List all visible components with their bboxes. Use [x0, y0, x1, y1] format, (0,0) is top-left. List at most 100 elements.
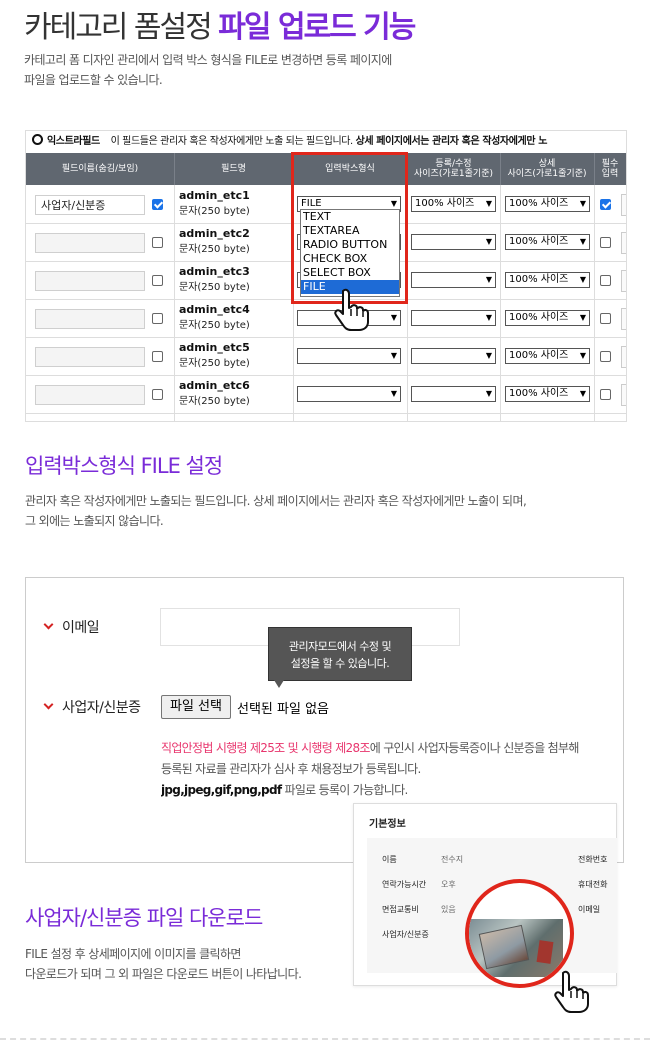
- visibility-checkbox[interactable]: [152, 313, 163, 324]
- upload-notice: 직업안정법 시행령 제25조 및 시행령 제28조에 구인시 사업자등록증이나 …: [161, 738, 623, 801]
- email-label-text: 이메일: [62, 620, 100, 636]
- detail-size-select[interactable]: 100% 사이즈 ▼: [505, 196, 590, 212]
- detail-size-value: 100% 사이즈: [509, 236, 569, 247]
- required-checkbox[interactable]: [600, 351, 611, 362]
- notice-and: 및: [284, 741, 302, 755]
- section3-title: 사업자/신분증 파일 다운로드: [25, 906, 263, 930]
- field-type: 문자(250 byte): [179, 358, 250, 369]
- section2-description: 관리자 혹은 작성자에게만 노출되는 필드입니다. 상세 페이지에서는 관리자 …: [25, 491, 527, 531]
- reg-size-select[interactable]: 100% 사이즈 ▼: [411, 196, 496, 212]
- chevron-down-icon: ▼: [579, 389, 586, 398]
- detail-size-select[interactable]: 100% 사이즈 ▼: [505, 386, 590, 402]
- notice-line2: 등록된 자료를 관리자가 심사 후 채용정보가 등록됩니다.: [161, 762, 421, 776]
- table-row: admin_etc6 문자(250 byte) ▼ ▼ 100% 사이즈 ▼: [26, 375, 626, 414]
- overflow-field: [621, 270, 626, 292]
- field-label-input[interactable]: [35, 385, 145, 405]
- detail-size-select[interactable]: 100% 사이즈 ▼: [505, 272, 590, 288]
- visibility-checkbox[interactable]: [152, 237, 163, 248]
- detail-size-select[interactable]: 100% 사이즈 ▼: [505, 348, 590, 364]
- col-detail-size-line1: 상세: [538, 159, 556, 169]
- notice-law-2: 시행령 제28조: [301, 741, 370, 755]
- chevron-down-icon: ▼: [579, 275, 586, 284]
- col-required-line1: 필수: [601, 159, 619, 169]
- section3-description: FILE 설정 후 상세페이지에 이미지를 클릭하면 다운로드가 되며 그 외 …: [25, 944, 302, 984]
- detail-contact-time-label: 연락가능시간: [382, 880, 427, 889]
- detail-size-value: 100% 사이즈: [509, 274, 569, 285]
- chevron-down-icon: ▼: [579, 313, 586, 322]
- required-checkbox[interactable]: [600, 237, 611, 248]
- desc-line: 카테고리 폼 디자인 관리에서 입력 박스 형식을 FILE로 변경하면 등록 …: [24, 53, 392, 67]
- reg-size-select[interactable]: ▼: [411, 272, 496, 288]
- overflow-field: [621, 346, 626, 368]
- detail-id-label: 사업자/신분증: [382, 930, 429, 939]
- id-card-photo: [469, 919, 563, 977]
- file-select-button[interactable]: 파일 선택: [161, 695, 231, 719]
- chevron-down-icon: ▼: [579, 237, 586, 246]
- visibility-checkbox[interactable]: [152, 351, 163, 362]
- input-type-select[interactable]: ▼: [297, 348, 401, 364]
- chevron-down-icon: ▼: [485, 199, 492, 208]
- visibility-checkbox[interactable]: [152, 389, 163, 400]
- reg-size-select[interactable]: ▼: [411, 386, 496, 402]
- required-checkbox[interactable]: [600, 313, 611, 324]
- field-id: admin_etc5: [179, 341, 250, 354]
- reg-size-select[interactable]: ▼: [411, 310, 496, 326]
- hand-cursor-icon: [334, 288, 369, 331]
- admin-tooltip: 관리자모드에서 수정 및 설정을 할 수 있습니다.: [268, 627, 412, 688]
- field-id: admin_etc1: [179, 189, 250, 202]
- input-type-select[interactable]: ▼: [297, 386, 401, 402]
- field-id: admin_etc6: [179, 379, 250, 392]
- field-id: admin_etc2: [179, 227, 250, 240]
- col-required-line2: 입력: [601, 169, 619, 179]
- detail-size-value: 100% 사이즈: [509, 350, 569, 361]
- overflow-field: [621, 232, 626, 254]
- field-label-input[interactable]: [35, 309, 145, 329]
- detail-name-label: 이름: [382, 855, 397, 864]
- desc-line: 관리자 혹은 작성자에게만 노출되는 필드입니다. 상세 페이지에서는 관리자 …: [25, 494, 527, 508]
- reg-size-select[interactable]: ▼: [411, 234, 496, 250]
- required-checkbox[interactable]: [600, 199, 611, 210]
- field-type: 문자(250 byte): [179, 396, 250, 407]
- extra-field-bar: 익스트라필드 이 필드들은 관리자 혹은 작성자에게만 노출 되는 필드입니다.…: [26, 131, 626, 153]
- col-reg-size-line1: 등록/수정: [435, 159, 472, 169]
- radio-icon: [32, 134, 43, 145]
- detail-mobile-label: 휴대전화: [578, 880, 608, 889]
- field-type: 문자(250 byte): [179, 320, 250, 331]
- field-label-input[interactable]: [35, 271, 145, 291]
- detail-size-select[interactable]: 100% 사이즈 ▼: [505, 234, 590, 250]
- col-reg-size-line2: 사이즈(가로1줄기준): [414, 169, 493, 179]
- desc-line: 파일을 업로드할 수 있습니다.: [24, 73, 163, 87]
- chevron-down-icon: ▼: [390, 389, 397, 398]
- col-detail-size: 상세 사이즈(가로1줄기준): [500, 153, 595, 185]
- detail-transport-value: 있음: [441, 905, 456, 914]
- required-checkbox[interactable]: [600, 275, 611, 286]
- field-label-input[interactable]: [35, 233, 145, 253]
- field-label-input[interactable]: 사업자/신분증: [35, 195, 145, 215]
- visibility-checkbox[interactable]: [152, 199, 163, 210]
- detail-size-value: 100% 사이즈: [509, 388, 569, 399]
- overflow-field: [621, 384, 626, 406]
- overflow-field: [621, 194, 626, 216]
- field-type: 문자(250 byte): [179, 282, 250, 293]
- page-title: 카테고리 폼설정 파일 업로드 기능: [24, 2, 416, 46]
- field-label-input[interactable]: [35, 347, 145, 367]
- visibility-checkbox[interactable]: [152, 275, 163, 286]
- required-checkbox[interactable]: [600, 389, 611, 400]
- desc-line: FILE 설정 후 상세페이지에 이미지를 클릭하면: [25, 947, 241, 961]
- field-id: admin_etc4: [179, 303, 250, 316]
- title-highlight: 파일 업로드 기능: [218, 10, 416, 45]
- extra-field-notice: 이 필드들은 관리자 혹은 작성자에게만 노출 되는 필드입니다.: [110, 136, 354, 147]
- email-label: 이메일: [43, 617, 100, 637]
- notice-formats: jpg,jpeg,gif,png,pdf: [161, 783, 282, 797]
- highlight-box: [291, 152, 408, 304]
- tooltip-line: 설정을 할 수 있습니다.: [290, 657, 390, 670]
- chevron-down-icon: ▼: [390, 351, 397, 360]
- table-row: admin_etc4 문자(250 byte) ▼ ▼ 100% 사이즈 ▼: [26, 299, 626, 338]
- table-row: admin_etc5 문자(250 byte) ▼ ▼ 100% 사이즈 ▼: [26, 337, 626, 376]
- detail-size-select[interactable]: 100% 사이즈 ▼: [505, 310, 590, 326]
- reg-size-select[interactable]: ▼: [411, 348, 496, 364]
- col-field-id: 필드명: [174, 153, 294, 185]
- detail-contact-time-value: 오후: [441, 880, 456, 889]
- section2-title: 입력박스형식 FILE 설정: [25, 454, 223, 478]
- chevron-down-icon: [43, 619, 54, 630]
